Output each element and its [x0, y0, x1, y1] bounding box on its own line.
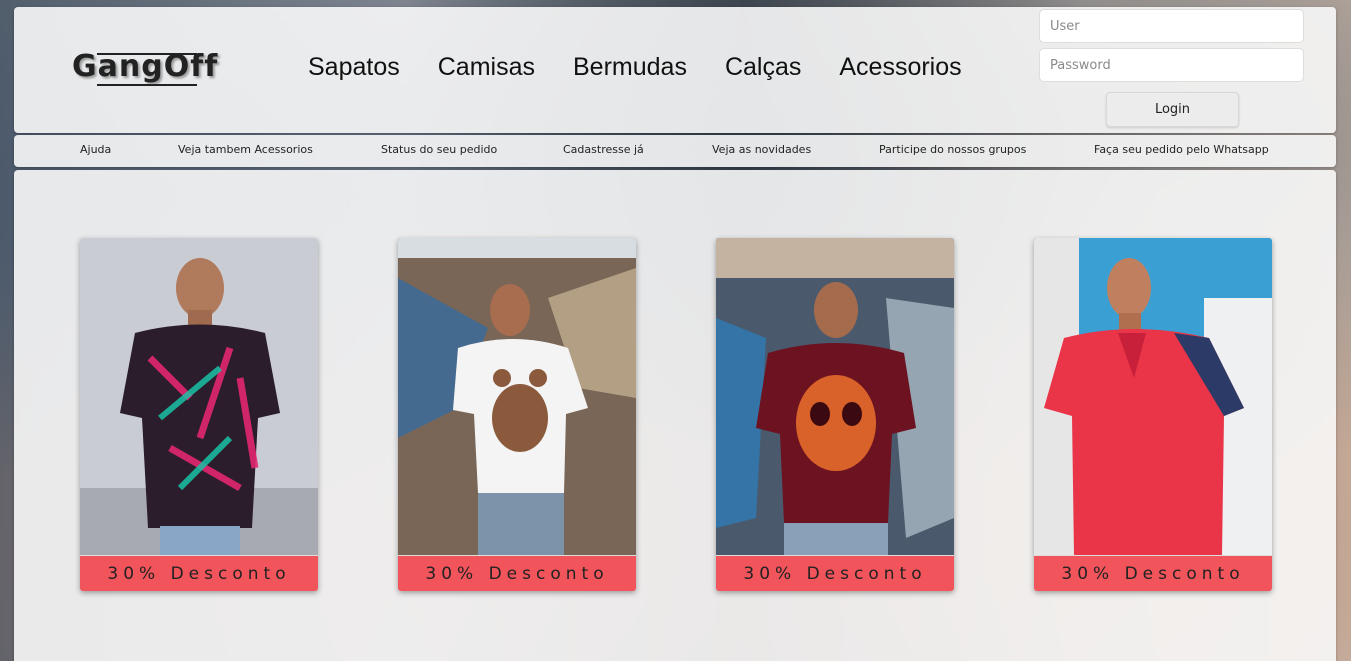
product-card[interactable]: 30% Desconto [1034, 238, 1272, 591]
nav-item-camisas[interactable]: Camisas [438, 53, 535, 87]
skull-print-shirt-photo [716, 238, 954, 555]
nav-item-sapatos[interactable]: Sapatos [308, 53, 400, 87]
subnav-item-cadastro[interactable]: Cadastresse já [563, 143, 644, 156]
logo-underline [97, 84, 197, 86]
product-card[interactable]: 30% Desconto [716, 238, 954, 591]
discount-badge: 30% Desconto [398, 556, 636, 591]
nav-item-bermudas[interactable]: Bermudas [573, 53, 687, 87]
discount-badge: 30% Desconto [716, 556, 954, 591]
header: GangOff Sapatos Camisas Bermudas Calças … [14, 7, 1336, 133]
product-card[interactable]: 30% Desconto [80, 238, 318, 591]
login-form: Login [1039, 9, 1305, 127]
floral-shirt-photo [80, 238, 318, 555]
password-input[interactable] [1039, 48, 1304, 82]
discount-badge: 30% Desconto [80, 556, 318, 591]
bear-print-shirt-photo [398, 238, 636, 555]
main-nav: Sapatos Camisas Bermudas Calças Acessori… [308, 53, 962, 87]
polo-shirt-photo [1034, 238, 1272, 555]
subnav-item-ajuda[interactable]: Ajuda [80, 143, 111, 156]
subnav-item-whatsapp[interactable]: Faça seu pedido pelo Whatsapp [1094, 143, 1269, 156]
discount-badge: 30% Desconto [1034, 556, 1272, 591]
nav-item-calcas[interactable]: Calças [725, 53, 801, 87]
user-input[interactable] [1039, 9, 1304, 43]
nav-item-acessorios[interactable]: Acessorios [839, 53, 961, 87]
secondary-nav: Ajuda Veja tambem Acessorios Status do s… [14, 135, 1336, 167]
subnav-item-novidades[interactable]: Veja as novidades [712, 143, 811, 156]
subnav-item-acessorios[interactable]: Veja tambem Acessorios [178, 143, 313, 156]
subnav-item-status[interactable]: Status do seu pedido [381, 143, 497, 156]
product-showcase: 30% Desconto 30% Desconto 30% Desconto 3… [14, 170, 1336, 661]
subnav-item-grupos[interactable]: Participe do nossos grupos [879, 143, 1026, 156]
logo-overline [97, 53, 197, 55]
product-card[interactable]: 30% Desconto [398, 238, 636, 591]
login-button[interactable]: Login [1106, 92, 1239, 127]
